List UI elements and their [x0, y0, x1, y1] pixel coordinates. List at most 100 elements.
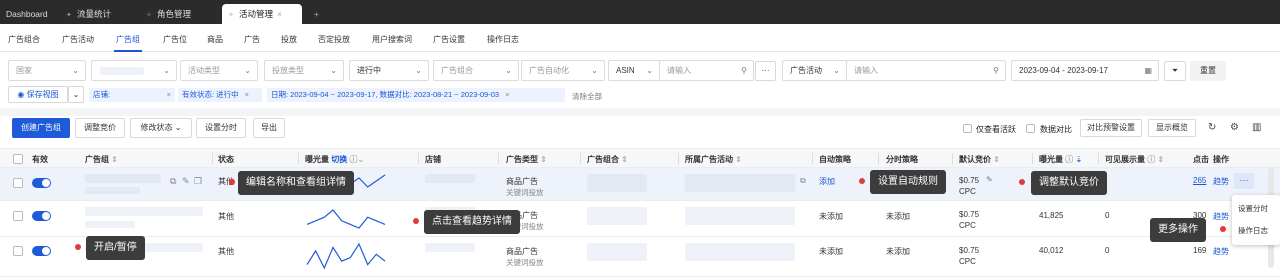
sort-icon[interactable]: ⇕ [735, 155, 742, 164]
chevron-down-icon: ⌄ [415, 66, 422, 75]
filter-icon[interactable]: ⏷ [1164, 61, 1186, 81]
add-auto-strategy-link[interactable]: 添加 [819, 176, 835, 187]
external-link-icon[interactable]: ⧉ [170, 176, 176, 187]
close-icon[interactable]: × [277, 9, 282, 19]
chevron-down-icon[interactable]: ⌄ [357, 155, 364, 164]
campaign-name[interactable] [685, 207, 795, 225]
export-button[interactable]: 导出 [253, 118, 285, 138]
modify-status-button[interactable]: 修改状态 ⌄ [130, 118, 192, 138]
status-select[interactable]: 进行中 ⌄ [349, 60, 429, 81]
close-icon[interactable]: × [505, 90, 509, 99]
edit-icon[interactable]: ✎ [986, 175, 993, 184]
external-link-icon[interactable]: ⧉ [800, 176, 806, 186]
campaign-type-select[interactable]: 活动类型 ⌄ [180, 60, 258, 81]
targeting-type-select[interactable]: 投放类型 ⌄ [264, 60, 344, 81]
select-all-checkbox[interactable] [13, 154, 23, 164]
section-separator [0, 108, 1280, 116]
row-checkbox[interactable] [13, 178, 23, 188]
chip-status[interactable]: 有效状态: 进行中 × [178, 88, 262, 102]
reset-button[interactable]: 重置 [1190, 61, 1226, 81]
chip-date[interactable]: 日期: 2023-09-04 ~ 2023-09-17, 数据对比: 2023-… [267, 88, 565, 102]
sparkline[interactable] [305, 241, 387, 271]
sort-icon[interactable]: ⇕ [993, 155, 1000, 164]
asin-input[interactable]: 请输入 ⚲ [659, 60, 754, 81]
row-checkbox[interactable] [13, 211, 23, 221]
more-actions-button[interactable]: ··· [1234, 173, 1254, 189]
ad-group-name[interactable] [85, 174, 161, 183]
nav-ad[interactable]: 广告 [244, 34, 260, 45]
nav-op-log[interactable]: 操作日志 [487, 34, 519, 45]
nav-ad-settings[interactable]: 广告设置 [433, 34, 465, 45]
nav-product[interactable]: 商品 [207, 34, 223, 45]
trend-link[interactable]: 趋势 [1213, 176, 1229, 187]
trend-link[interactable]: 趋势 [1213, 211, 1229, 222]
automation-select[interactable]: 广告自动化 ⌄ [521, 60, 605, 81]
close-icon[interactable]: × [245, 90, 249, 99]
chevron-down-icon: ⌄ [163, 66, 170, 75]
set-schedule-button[interactable]: 设置分时 [196, 118, 246, 138]
search-icon[interactable]: ⚲ [993, 61, 999, 80]
nav-campaign[interactable]: 广告活动 [62, 34, 94, 45]
sort-icon[interactable]: ⇕ [621, 155, 628, 164]
tab-dashboard[interactable]: Dashboard [0, 4, 58, 24]
active-toggle[interactable] [32, 246, 51, 256]
portfolio-select[interactable]: 广告组合 ⌄ [433, 60, 519, 81]
table-row[interactable]: 其他 商品广告 关键词投放 未添加 未添加 $0.75 CPC 41,825 0… [0, 201, 1280, 237]
date-range-picker[interactable]: 2023-09-04 - 2023-09-17 ▦ [1011, 60, 1159, 81]
asin-select[interactable]: ASIN ⌄ [608, 60, 660, 81]
campaign-name[interactable] [685, 174, 795, 192]
nav-search-terms[interactable]: 用户搜索词 [372, 34, 412, 45]
menu-item-set-schedule[interactable]: 设置分时 [1238, 203, 1268, 214]
adjust-bid-button[interactable]: 调整竞价 [75, 118, 125, 138]
data-compare-checkbox[interactable] [1026, 124, 1035, 133]
pin-outline-icon: ✧ [146, 12, 152, 19]
copy-icon[interactable]: ❐ [194, 176, 202, 187]
country-select[interactable]: 国家 ⌄ [8, 60, 86, 81]
search-icon[interactable]: ⚲ [741, 61, 747, 80]
nav-placement[interactable]: 广告位 [163, 34, 187, 45]
compare-alert-button[interactable]: 对比预警设置 [1080, 119, 1142, 137]
sort-icon[interactable]: ⇕ [1157, 155, 1164, 164]
store-select[interactable]: ⌄ [91, 60, 177, 81]
edit-icon[interactable]: ✎ [182, 176, 190, 187]
new-tab-icon[interactable]: + [308, 4, 324, 24]
sort-desc-icon[interactable]: ⇣ [1075, 155, 1082, 164]
refresh-icon[interactable]: ↻ [1208, 122, 1216, 133]
more-filters-button[interactable]: ··· [755, 61, 776, 81]
trend-link[interactable]: 趋势 [1213, 246, 1229, 257]
sparkline[interactable] [305, 207, 387, 231]
col-schedule-strategy: 分时策略 [886, 155, 918, 164]
active-toggle[interactable] [32, 178, 51, 188]
row-checkbox[interactable] [13, 246, 23, 256]
nav-negative-targeting[interactable]: 否定投放 [318, 34, 350, 45]
campaign-name[interactable] [685, 243, 795, 261]
switch-metric-link[interactable]: 切换 [331, 155, 347, 164]
clicks-value[interactable]: 265 [1193, 176, 1206, 185]
tab-campaigns[interactable]: ✧ 活动管理 × [222, 4, 302, 24]
tab-roles[interactable]: ✧ 角色管理 [140, 4, 220, 24]
nav-targeting[interactable]: 投放 [281, 34, 297, 45]
sort-icon[interactable]: ⇕ [111, 155, 118, 164]
table-row[interactable]: 其他 商品广告 关键词投放 未添加 未添加 $0.75 CPC 40,012 0… [0, 237, 1280, 277]
col-ad-group[interactable]: 广告组 ⇕ [85, 154, 118, 165]
clear-all-link[interactable]: 清除全部 [572, 91, 602, 102]
active-toggle[interactable] [32, 211, 51, 221]
close-icon[interactable]: × [167, 88, 171, 102]
columns-icon[interactable]: ▥ [1252, 122, 1261, 133]
show-summary-button[interactable]: 显示概览 [1148, 119, 1196, 137]
chip-store[interactable]: 店铺: × [89, 88, 175, 102]
save-view-button[interactable]: ◉ 保存视图 [8, 86, 68, 103]
button-label: 修改状态 [140, 123, 173, 132]
nav-portfolio[interactable]: 广告组合 [8, 34, 40, 45]
sort-icon[interactable]: ⇕ [540, 155, 547, 164]
campaign-input[interactable]: 请输入 ⚲ [846, 60, 1006, 81]
menu-item-op-log[interactable]: 操作日志 [1238, 225, 1268, 236]
save-view-dropdown[interactable]: ⌄ [68, 86, 84, 103]
ad-group-name[interactable] [85, 207, 203, 216]
nav-ad-group[interactable]: 广告组 [116, 34, 140, 45]
only-active-checkbox[interactable] [963, 124, 972, 133]
create-ad-group-button[interactable]: 创建广告组 [12, 118, 70, 138]
tab-traffic[interactable]: ✦ 流量统计 [60, 4, 138, 24]
campaign-field-select[interactable]: 广告活动 ⌄ [782, 60, 847, 81]
gear-icon[interactable]: ⚙ [1230, 122, 1239, 133]
